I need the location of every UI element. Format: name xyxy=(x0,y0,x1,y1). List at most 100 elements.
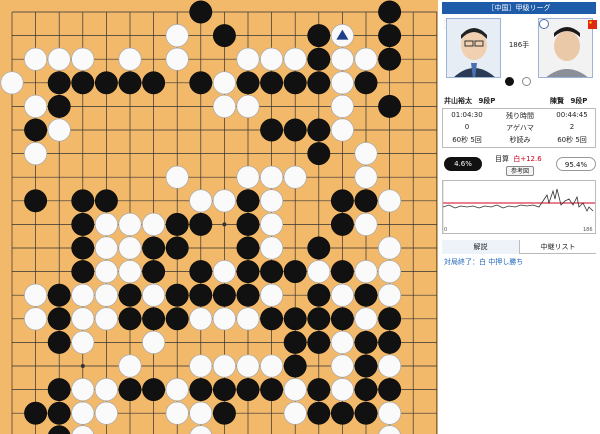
white-stone[interactable] xyxy=(354,165,378,189)
white-stone[interactable] xyxy=(212,189,236,213)
white-stone[interactable] xyxy=(236,94,260,118)
black-stone[interactable] xyxy=(142,378,166,402)
black-stone[interactable] xyxy=(212,401,236,425)
white-stone[interactable] xyxy=(189,189,213,213)
black-stone[interactable] xyxy=(212,24,236,48)
white-stone[interactable] xyxy=(94,283,118,307)
black-stone[interactable] xyxy=(47,71,71,95)
white-stone[interactable] xyxy=(71,401,95,425)
black-stone[interactable] xyxy=(118,71,142,95)
white-stone[interactable] xyxy=(354,142,378,166)
black-stone[interactable] xyxy=(236,212,260,236)
white-stone[interactable] xyxy=(354,307,378,331)
white-stone[interactable] xyxy=(118,236,142,260)
white-stone[interactable] xyxy=(142,212,166,236)
black-stone[interactable] xyxy=(236,378,260,402)
white-stone[interactable] xyxy=(260,165,284,189)
black-stone[interactable] xyxy=(260,260,284,284)
white-stone[interactable] xyxy=(236,47,260,71)
white-stone[interactable] xyxy=(260,189,284,213)
white-stone[interactable] xyxy=(24,94,48,118)
black-stone[interactable] xyxy=(378,0,402,24)
white-stone[interactable] xyxy=(378,354,402,378)
black-stone[interactable] xyxy=(189,212,213,236)
black-stone[interactable] xyxy=(330,401,354,425)
white-stone[interactable] xyxy=(212,260,236,284)
white-stone[interactable] xyxy=(71,47,95,71)
white-stone[interactable] xyxy=(236,307,260,331)
black-stone[interactable] xyxy=(354,283,378,307)
black-stone[interactable] xyxy=(236,236,260,260)
white-stone[interactable] xyxy=(24,47,48,71)
white-stone[interactable] xyxy=(330,378,354,402)
white-stone[interactable] xyxy=(260,354,284,378)
black-stone[interactable] xyxy=(24,189,48,213)
black-stone[interactable] xyxy=(165,307,189,331)
white-stone[interactable] xyxy=(94,236,118,260)
black-stone[interactable] xyxy=(307,307,331,331)
white-stone[interactable] xyxy=(283,401,307,425)
black-stone[interactable] xyxy=(354,71,378,95)
black-stone[interactable] xyxy=(260,378,284,402)
tab-commentary[interactable]: 解説 xyxy=(442,240,519,254)
white-stone[interactable] xyxy=(189,307,213,331)
white-stone[interactable] xyxy=(354,47,378,71)
white-stone[interactable] xyxy=(212,354,236,378)
black-stone[interactable] xyxy=(94,71,118,95)
white-stone[interactable] xyxy=(378,283,402,307)
black-stone[interactable] xyxy=(283,260,307,284)
white-stone[interactable] xyxy=(283,47,307,71)
black-stone[interactable] xyxy=(118,283,142,307)
black-stone[interactable] xyxy=(165,283,189,307)
black-stone[interactable] xyxy=(236,283,260,307)
black-stone[interactable] xyxy=(142,260,166,284)
white-stone[interactable] xyxy=(330,94,354,118)
black-stone[interactable] xyxy=(378,47,402,71)
black-stone[interactable] xyxy=(118,378,142,402)
black-stone[interactable] xyxy=(260,307,284,331)
black-stone[interactable] xyxy=(212,283,236,307)
black-stone[interactable] xyxy=(165,236,189,260)
white-stone[interactable] xyxy=(118,354,142,378)
white-stone[interactable] xyxy=(283,165,307,189)
black-stone[interactable] xyxy=(118,307,142,331)
black-stone[interactable] xyxy=(378,330,402,354)
black-stone[interactable] xyxy=(47,94,71,118)
white-stone[interactable] xyxy=(24,283,48,307)
black-stone[interactable] xyxy=(283,354,307,378)
black-stone[interactable] xyxy=(189,283,213,307)
black-stone[interactable] xyxy=(307,236,331,260)
black-stone[interactable] xyxy=(47,283,71,307)
white-stone[interactable] xyxy=(260,47,284,71)
white-stone[interactable] xyxy=(378,189,402,213)
white-stone[interactable] xyxy=(165,165,189,189)
black-stone[interactable] xyxy=(283,307,307,331)
black-stone[interactable] xyxy=(354,330,378,354)
black-stone[interactable] xyxy=(283,330,307,354)
white-stone[interactable] xyxy=(71,425,95,434)
black-stone[interactable] xyxy=(378,307,402,331)
black-stone[interactable] xyxy=(354,401,378,425)
white-stone[interactable] xyxy=(118,47,142,71)
black-stone[interactable] xyxy=(236,260,260,284)
white-stone[interactable] xyxy=(165,401,189,425)
white-stone[interactable] xyxy=(94,260,118,284)
black-stone[interactable] xyxy=(354,189,378,213)
reference-button[interactable]: 参考図 xyxy=(506,166,534,176)
white-stone[interactable] xyxy=(378,236,402,260)
white-stone[interactable] xyxy=(330,330,354,354)
white-stone[interactable] xyxy=(47,47,71,71)
white-stone[interactable] xyxy=(165,24,189,48)
black-stone[interactable] xyxy=(165,212,189,236)
white-stone[interactable] xyxy=(165,47,189,71)
black-stone[interactable] xyxy=(212,378,236,402)
white-stone[interactable] xyxy=(189,401,213,425)
white-stone[interactable] xyxy=(71,283,95,307)
white-stone[interactable] xyxy=(94,307,118,331)
black-stone[interactable] xyxy=(307,24,331,48)
white-stone[interactable] xyxy=(94,401,118,425)
black-stone[interactable] xyxy=(47,307,71,331)
black-stone[interactable] xyxy=(260,118,284,142)
black-stone[interactable] xyxy=(330,212,354,236)
black-stone[interactable] xyxy=(307,378,331,402)
